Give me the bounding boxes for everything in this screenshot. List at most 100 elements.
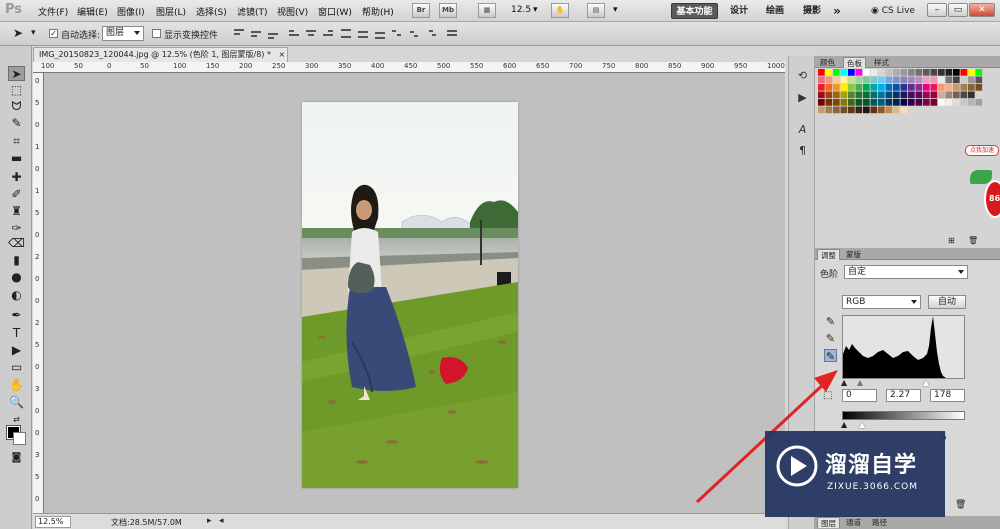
swatch[interactable] — [893, 106, 900, 114]
workspace-painting[interactable]: 绘画 — [763, 3, 787, 19]
swatch[interactable] — [908, 76, 915, 84]
swatch[interactable] — [833, 69, 840, 76]
swatch[interactable] — [855, 69, 863, 76]
swatch[interactable] — [833, 76, 840, 84]
minimize-button[interactable]: – — [927, 3, 947, 17]
swap-colors-icon[interactable]: ⇄ — [8, 412, 25, 427]
menu-filter[interactable]: 滤镜(T) — [237, 5, 268, 18]
chevron-down-icon[interactable]: ▾ — [533, 5, 538, 15]
swatch[interactable] — [885, 69, 893, 76]
move-tool-icon[interactable]: ➤ — [8, 66, 25, 81]
align-bottom-icon[interactable] — [267, 28, 279, 39]
swatch[interactable] — [870, 99, 878, 106]
swatch[interactable] — [960, 91, 968, 99]
swatch[interactable] — [878, 99, 885, 106]
close-button[interactable]: ✕ — [969, 3, 995, 17]
swatch[interactable] — [885, 91, 893, 99]
zoom-level-select[interactable]: 12.5 — [511, 5, 531, 15]
swatch[interactable] — [945, 69, 953, 76]
swatch[interactable] — [968, 84, 975, 91]
minibridge-button[interactable]: Mb — [439, 3, 457, 18]
status-arrow-icon[interactable]: ▸ — [207, 516, 212, 526]
swatch[interactable] — [915, 69, 923, 76]
swatch[interactable] — [885, 76, 893, 84]
ruler-tool-icon[interactable]: ▬ — [8, 151, 25, 166]
swatch[interactable] — [938, 76, 945, 84]
swatch[interactable] — [893, 99, 900, 106]
tab-swatches[interactable]: 色板 — [843, 57, 866, 68]
menu-window[interactable]: 窗口(W) — [318, 5, 352, 18]
swatch[interactable] — [848, 91, 855, 99]
auto-select-checkbox[interactable]: ✓ — [49, 29, 58, 38]
delete-swatch-icon[interactable]: 🗑 — [968, 236, 978, 245]
swatch[interactable] — [818, 106, 825, 114]
swatch[interactable] — [833, 91, 840, 99]
workspace-design[interactable]: 设计 — [727, 3, 751, 19]
workspace-basic[interactable]: 基本功能 — [671, 3, 718, 19]
swatch[interactable] — [885, 106, 893, 114]
crop-tool-icon[interactable]: ⌗ — [8, 134, 25, 149]
blur-tool-icon[interactable]: ● — [8, 270, 25, 285]
new-swatch-icon[interactable]: ⊞ — [948, 236, 955, 245]
swatch[interactable] — [863, 99, 870, 106]
view-extras-button[interactable]: ▦ — [478, 3, 496, 18]
swatch[interactable] — [900, 99, 908, 106]
swatch[interactable] — [975, 69, 983, 76]
swatch[interactable] — [893, 91, 900, 99]
swatch[interactable] — [848, 76, 855, 84]
menu-help[interactable]: 帮助(H) — [362, 5, 394, 18]
swatch[interactable] — [863, 84, 870, 91]
swatch[interactable] — [960, 76, 968, 84]
swatch[interactable] — [833, 84, 840, 91]
history-panel-icon[interactable]: ⟲ — [795, 68, 810, 83]
swatch[interactable] — [878, 69, 885, 76]
swatch[interactable] — [968, 76, 975, 84]
swatch[interactable] — [908, 91, 915, 99]
swatch[interactable] — [930, 84, 938, 91]
swatch[interactable] — [908, 84, 915, 91]
swatch[interactable] — [825, 91, 833, 99]
swatch-grid[interactable] — [818, 69, 988, 131]
input-white-field[interactable]: 178 — [930, 389, 965, 402]
scroll-left-icon[interactable]: ◂ — [219, 516, 224, 526]
swatch[interactable] — [915, 84, 923, 91]
align-top-icon[interactable] — [233, 28, 245, 39]
swatch[interactable] — [960, 99, 968, 106]
zoom-tool-icon[interactable]: 🔍 — [8, 395, 25, 410]
swatch[interactable] — [915, 91, 923, 99]
type-tool-icon[interactable]: T — [8, 326, 25, 341]
tab-layers[interactable]: 图层 — [817, 517, 840, 528]
swatch[interactable] — [840, 91, 848, 99]
levels-preset-select[interactable]: 自定 — [844, 265, 968, 279]
swatch[interactable] — [908, 69, 915, 76]
swatch[interactable] — [975, 91, 983, 99]
distribute-right-icon[interactable] — [425, 28, 437, 39]
swatch[interactable] — [908, 99, 915, 106]
eraser-tool-icon[interactable]: ⌫ — [8, 236, 25, 251]
swatch[interactable] — [930, 69, 938, 76]
swatch[interactable] — [818, 99, 825, 106]
tab-color[interactable]: 颜色 — [817, 57, 838, 68]
bridge-button[interactable]: Br — [412, 3, 430, 18]
swatch[interactable] — [900, 76, 908, 84]
move-icon[interactable]: ➤ — [13, 26, 23, 40]
menu-file[interactable]: 文件(F) — [38, 5, 68, 18]
swatch[interactable] — [968, 91, 975, 99]
shape-tool-icon[interactable]: ▭ — [8, 360, 25, 375]
swatch[interactable] — [885, 99, 893, 106]
menu-edit[interactable]: 编辑(E) — [77, 5, 108, 18]
white-eyedropper-icon[interactable]: ✎ — [824, 349, 837, 363]
swatch[interactable] — [878, 91, 885, 99]
input-black-slider[interactable]: ▲ — [841, 378, 847, 387]
swatch[interactable] — [825, 99, 833, 106]
swatch[interactable] — [855, 106, 863, 114]
distribute-bottom-icon[interactable] — [374, 28, 386, 39]
swatch[interactable] — [833, 99, 840, 106]
lasso-tool-icon[interactable]: ᗢ — [8, 99, 25, 114]
swatch[interactable] — [945, 84, 953, 91]
hand-tool-icon[interactable]: ✋ — [8, 378, 25, 393]
output-white-slider[interactable]: ▲ — [859, 420, 865, 429]
menu-image[interactable]: 图像(I) — [117, 5, 145, 18]
actions-panel-icon[interactable]: ▶ — [795, 90, 810, 105]
background-color[interactable] — [13, 432, 26, 445]
